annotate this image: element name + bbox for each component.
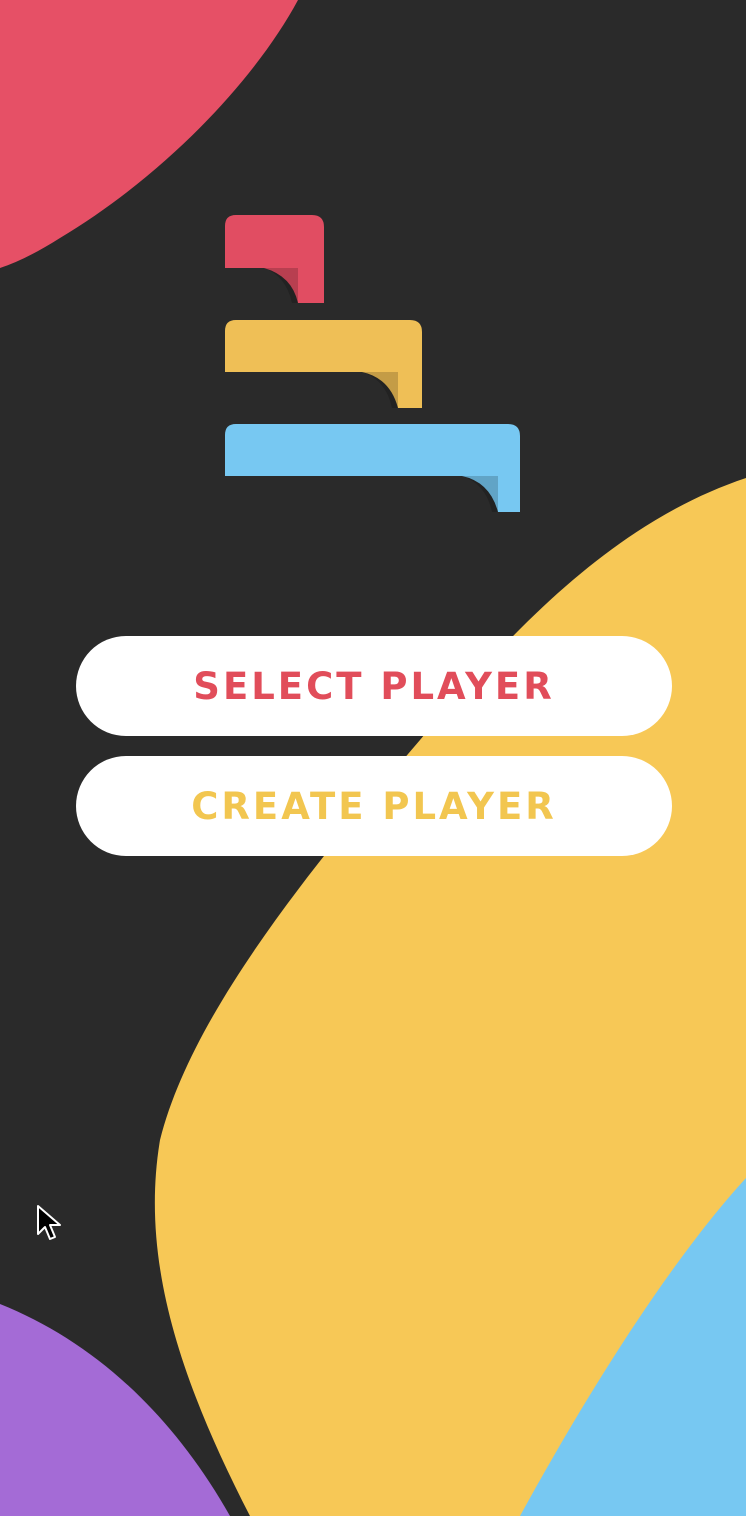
- main-menu-screen: SELECT PLAYER CREATE PLAYER: [0, 0, 746, 1516]
- create-player-label: CREATE PLAYER: [191, 784, 557, 828]
- logo-step-top: [225, 215, 324, 303]
- mouse-pointer-icon: [37, 1205, 61, 1240]
- select-player-button[interactable]: SELECT PLAYER: [76, 636, 672, 736]
- logo-step-bottom: [225, 424, 520, 512]
- stacked-steps-logo-icon: [225, 215, 520, 512]
- select-player-label: SELECT PLAYER: [193, 664, 555, 708]
- logo-step-middle: [225, 320, 422, 408]
- create-player-button[interactable]: CREATE PLAYER: [76, 756, 672, 856]
